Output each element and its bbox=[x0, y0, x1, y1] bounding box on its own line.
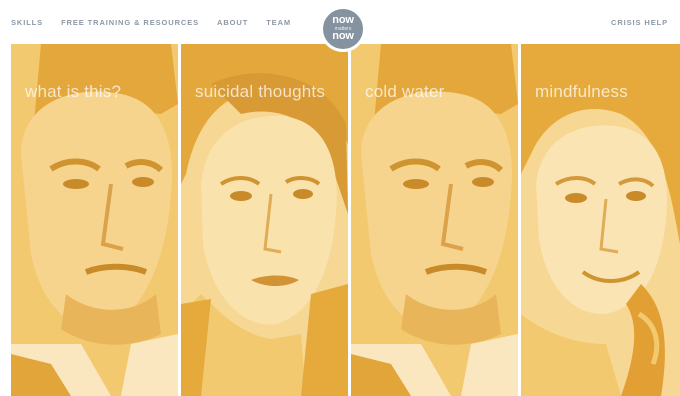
tile-label: cold water bbox=[365, 82, 445, 101]
logo-text-bottom: now bbox=[332, 30, 354, 43]
tile-label: mindfulness bbox=[535, 82, 628, 101]
tile-mindfulness[interactable]: mindfulness bbox=[521, 44, 680, 396]
logo-text-middle: matters bbox=[334, 25, 352, 32]
nav-about[interactable]: ABOUT bbox=[217, 18, 248, 27]
tile-what-is-this[interactable]: what is this? bbox=[11, 44, 178, 396]
logo-text-top: now bbox=[332, 13, 354, 26]
tile-label: suicidal thoughts bbox=[195, 82, 326, 101]
tile-suicidal-thoughts[interactable]: suicidal thoughts bbox=[181, 44, 348, 396]
nav-crisis-help[interactable]: CRISIS HELP bbox=[611, 18, 668, 27]
video-tiles-grid: what is this? suicidal thoughts cold wat… bbox=[11, 44, 680, 396]
tile-label: what is this? bbox=[25, 82, 122, 101]
now-matters-now-logo[interactable]: now matters now bbox=[320, 6, 366, 52]
tile-cold-water[interactable]: cold water bbox=[351, 44, 518, 396]
nav-skills[interactable]: SKILLS bbox=[11, 18, 43, 27]
nav-team[interactable]: TEAM bbox=[266, 18, 291, 27]
secondary-nav: CRISIS HELP bbox=[611, 0, 668, 44]
primary-nav: SKILLS FREE TRAINING & RESOURCES ABOUT T… bbox=[11, 0, 291, 44]
nav-free-training-resources[interactable]: FREE TRAINING & RESOURCES bbox=[61, 18, 199, 27]
